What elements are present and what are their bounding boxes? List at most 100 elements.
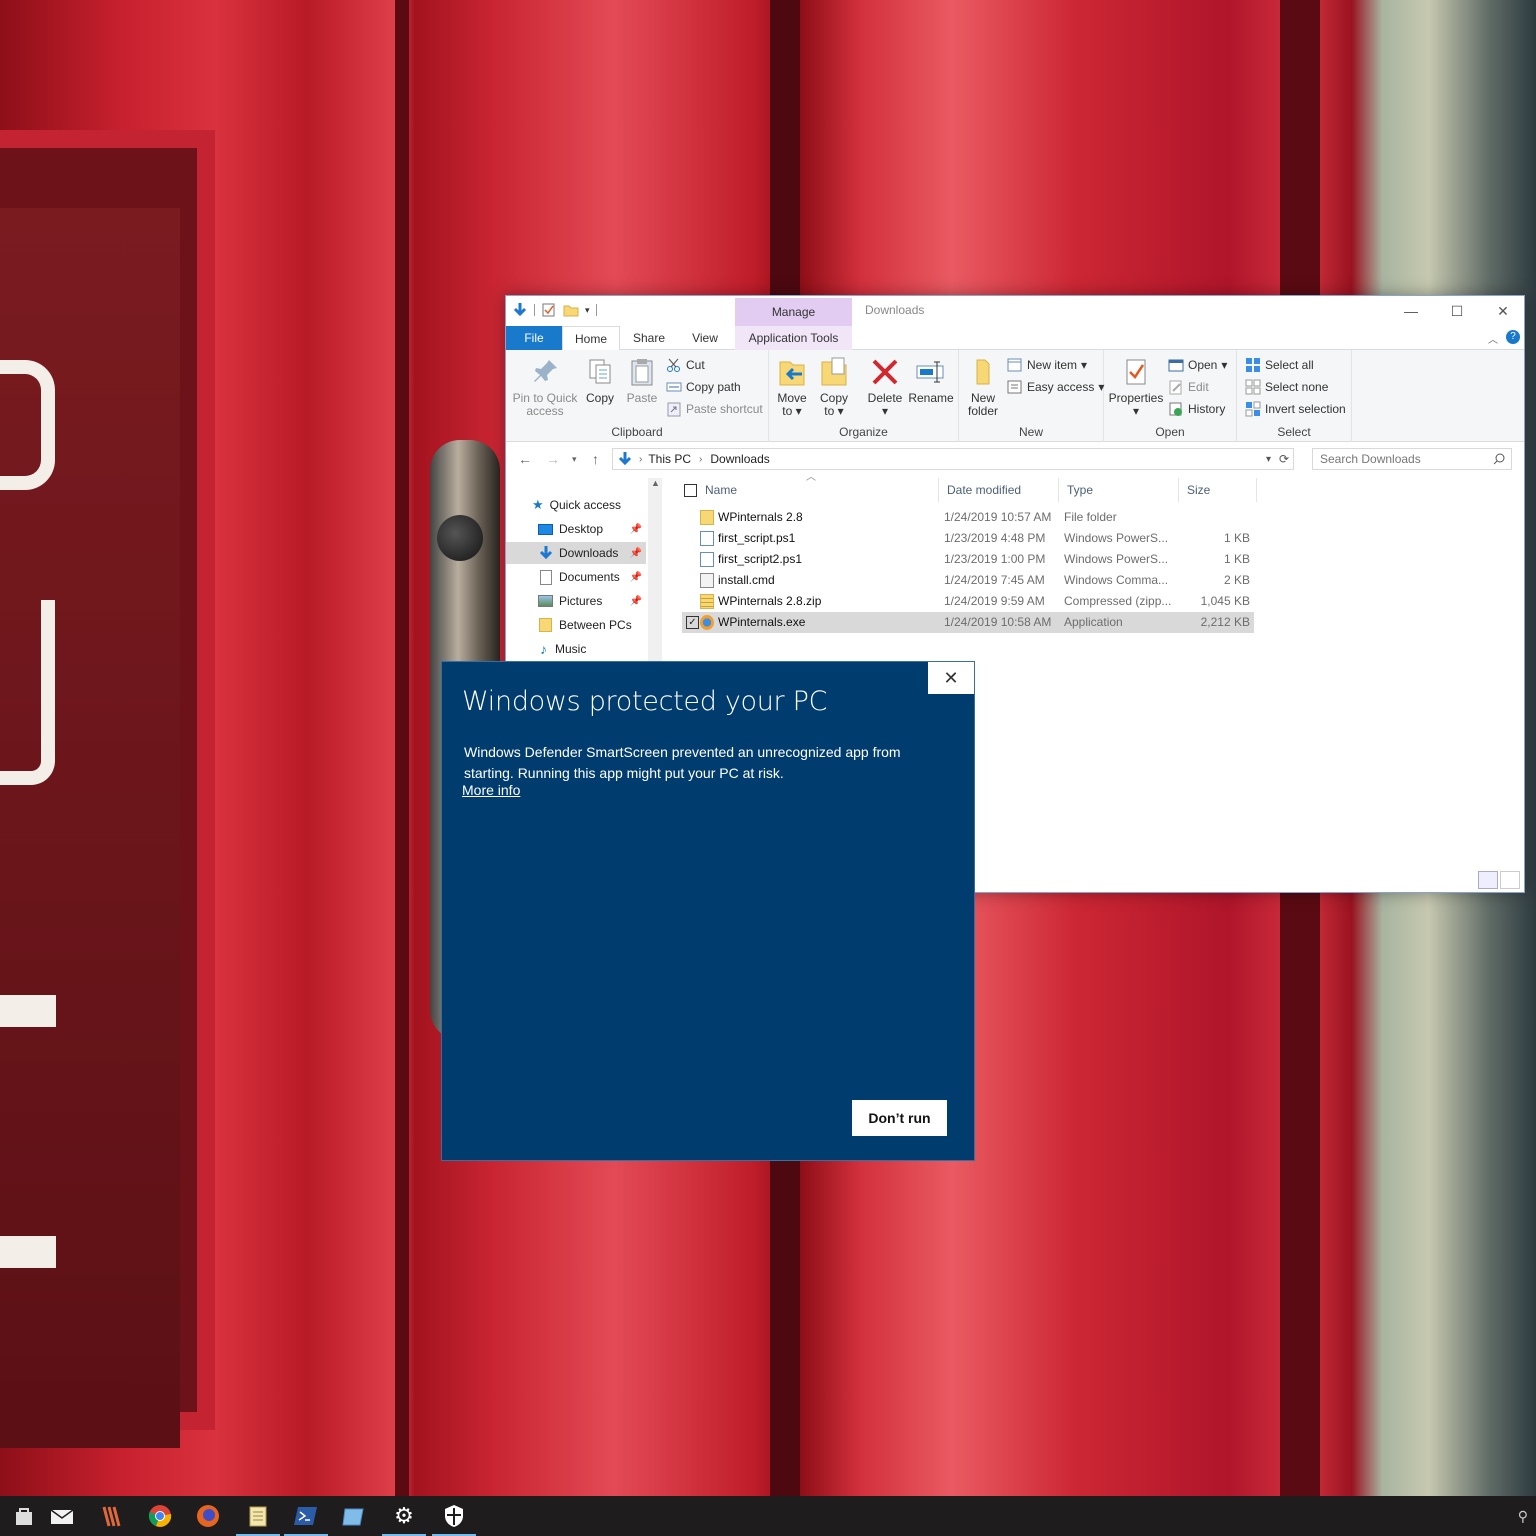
file-row-selected[interactable]: ✓ WPinternals.exe 1/24/2019 10:58 AM App… bbox=[682, 612, 1254, 633]
people-icon[interactable]: ⚲ bbox=[1518, 1508, 1528, 1525]
nav-item-between-pcs[interactable]: Between PCs bbox=[506, 614, 646, 636]
copy-to-button[interactable]: Copy to ▾ bbox=[817, 356, 851, 418]
more-info-link[interactable]: More info bbox=[462, 782, 520, 798]
column-type[interactable]: Type bbox=[1059, 478, 1179, 502]
file-size: 1 KB bbox=[1223, 531, 1250, 545]
taskbar-app-icon[interactable] bbox=[330, 1496, 378, 1536]
file-row[interactable]: first_script.ps1 1/23/2019 4:48 PM Windo… bbox=[682, 528, 1254, 549]
nav-label: Documents bbox=[559, 570, 620, 584]
dont-run-button[interactable]: Don’t run bbox=[852, 1100, 947, 1136]
minimize-button[interactable]: — bbox=[1388, 296, 1434, 326]
maximize-button[interactable]: ☐ bbox=[1434, 296, 1480, 326]
column-size[interactable]: Size bbox=[1179, 478, 1257, 502]
nav-item-pictures[interactable]: Pictures 📌 bbox=[506, 590, 646, 612]
tab-share[interactable]: Share bbox=[622, 326, 676, 350]
breadcrumb-this-pc[interactable]: This PC bbox=[648, 452, 691, 466]
copy-path-button[interactable]: Copy path bbox=[666, 378, 741, 396]
file-row[interactable]: WPinternals 2.8 1/24/2019 10:57 AM File … bbox=[682, 507, 1254, 528]
refresh-icon[interactable]: ⟳ bbox=[1279, 452, 1289, 466]
close-button[interactable]: ✕ bbox=[1480, 296, 1526, 326]
select-group-label: Select bbox=[1277, 425, 1311, 439]
command-script-icon bbox=[700, 573, 714, 588]
open-icon bbox=[1168, 357, 1184, 373]
close-icon: ✕ bbox=[1497, 302, 1509, 319]
search-input[interactable]: Search Downloads bbox=[1312, 448, 1512, 470]
address-box[interactable]: › This PC › Downloads ▾ ⟳ bbox=[612, 448, 1294, 470]
nav-item-music[interactable]: ♪ Music bbox=[506, 638, 646, 660]
desktop-icon bbox=[538, 523, 553, 535]
row-checkbox[interactable]: ✓ bbox=[686, 616, 699, 629]
new-group-label: New bbox=[1018, 425, 1043, 439]
new-folder-button[interactable]: New folder bbox=[965, 356, 1001, 418]
nav-item-downloads[interactable]: Downloads 📌 bbox=[506, 542, 646, 564]
nav-item-quick-access[interactable]: ★ Quick access bbox=[506, 494, 646, 516]
pin-icon[interactable]: 📌 bbox=[630, 596, 642, 607]
file-date: 1/23/2019 4:48 PM bbox=[944, 531, 1046, 545]
dialog-title: Windows protected your PC bbox=[462, 686, 828, 717]
new-item-icon bbox=[1007, 357, 1023, 373]
delete-button[interactable]: Delete ▾ bbox=[865, 356, 905, 418]
tab-home[interactable]: Home bbox=[562, 326, 620, 351]
taskbar-file-explorer-icon[interactable] bbox=[234, 1496, 282, 1536]
taskbar-settings-icon[interactable]: ⚙ bbox=[380, 1496, 428, 1536]
easy-access-button[interactable]: Easy access ▾ bbox=[1007, 378, 1104, 396]
customize-qat-icon[interactable]: ▾ bbox=[585, 305, 590, 316]
large-icons-view-icon[interactable] bbox=[1500, 871, 1520, 889]
edit-button[interactable]: Edit bbox=[1168, 378, 1209, 396]
zip-archive-icon bbox=[700, 594, 714, 609]
column-date-modified[interactable]: Date modified bbox=[939, 478, 1059, 502]
paste-button[interactable]: Paste bbox=[622, 356, 662, 405]
dialog-close-button[interactable]: ✕ bbox=[928, 662, 974, 694]
select-all-button[interactable]: Select all bbox=[1245, 356, 1314, 374]
properties-button[interactable]: Properties ▾ bbox=[1108, 356, 1164, 418]
file-row[interactable]: WPinternals 2.8.zip 1/24/2019 9:59 AM Co… bbox=[682, 591, 1254, 612]
pin-icon[interactable]: 📌 bbox=[630, 572, 642, 583]
taskbar-chrome-icon[interactable] bbox=[136, 1496, 184, 1536]
pin-icon[interactable]: 📌 bbox=[630, 524, 642, 535]
copy-button[interactable]: Copy bbox=[580, 356, 620, 405]
taskbar-firefox-icon[interactable] bbox=[184, 1496, 232, 1536]
forward-arrow-icon[interactable]: → bbox=[546, 451, 560, 467]
nav-item-documents[interactable]: Documents 📌 bbox=[506, 566, 646, 588]
title-bar[interactable]: ▾ Manage Downloads — ☐ ✕ bbox=[506, 296, 1526, 327]
file-row[interactable]: install.cmd 1/24/2019 7:45 AM Windows Co… bbox=[682, 570, 1254, 591]
breadcrumb-downloads[interactable]: Downloads bbox=[710, 452, 769, 466]
help-icon[interactable]: ? bbox=[1506, 330, 1520, 344]
file-row[interactable]: first_script2.ps1 1/23/2019 1:00 PM Wind… bbox=[682, 549, 1254, 570]
select-all-checkbox[interactable] bbox=[684, 484, 697, 498]
open-button[interactable]: Open ▾ bbox=[1168, 356, 1227, 374]
collapse-ribbon-icon[interactable]: ︿ bbox=[1488, 331, 1498, 346]
address-dropdown-icon[interactable]: ▾ bbox=[1266, 454, 1271, 465]
up-arrow-icon[interactable]: ↑ bbox=[592, 451, 599, 467]
invert-selection-button[interactable]: Invert selection bbox=[1245, 400, 1346, 418]
nav-item-desktop[interactable]: Desktop 📌 bbox=[506, 518, 646, 540]
new-folder-icon[interactable] bbox=[563, 302, 579, 318]
navigation-scrollbar[interactable]: ▲ bbox=[648, 478, 662, 668]
tab-application-tools[interactable]: Application Tools bbox=[735, 326, 852, 350]
history-button[interactable]: History bbox=[1168, 400, 1225, 418]
rename-button[interactable]: Rename bbox=[907, 356, 955, 405]
properties-icon[interactable] bbox=[541, 302, 557, 318]
recent-locations-icon[interactable]: ▾ bbox=[572, 454, 577, 465]
cut-button[interactable]: Cut bbox=[666, 356, 705, 374]
pin-to-quick-access-button[interactable]: Pin to Quick access bbox=[510, 356, 580, 418]
pin-icon[interactable]: 📌 bbox=[630, 548, 642, 559]
taskbar-powershell-icon[interactable] bbox=[282, 1496, 330, 1536]
tab-view[interactable]: View bbox=[678, 326, 732, 350]
column-name[interactable]: Name bbox=[676, 478, 939, 502]
details-view-icon[interactable] bbox=[1478, 871, 1498, 889]
back-arrow-icon[interactable]: ← bbox=[518, 451, 532, 467]
tab-file[interactable]: File bbox=[506, 326, 562, 350]
taskbar-mail-icon[interactable] bbox=[38, 1496, 86, 1536]
scroll-up-icon[interactable]: ▲ bbox=[651, 478, 660, 488]
move-to-button[interactable]: Move to ▾ bbox=[775, 356, 809, 418]
new-item-button[interactable]: New item ▾ bbox=[1007, 356, 1087, 374]
select-none-button[interactable]: Select none bbox=[1245, 378, 1328, 396]
door-plank-gap bbox=[395, 0, 409, 1496]
taskbar-defender-shield-icon[interactable] bbox=[430, 1496, 478, 1536]
pin-icon bbox=[529, 356, 561, 388]
taskbar-app-icon[interactable] bbox=[88, 1496, 136, 1536]
music-note-icon: ♪ bbox=[540, 641, 547, 657]
paste-shortcut-button[interactable]: Paste shortcut bbox=[666, 400, 763, 418]
smartscreen-dialog[interactable]: ✕ Windows protected your PC Windows Defe… bbox=[441, 661, 975, 1161]
